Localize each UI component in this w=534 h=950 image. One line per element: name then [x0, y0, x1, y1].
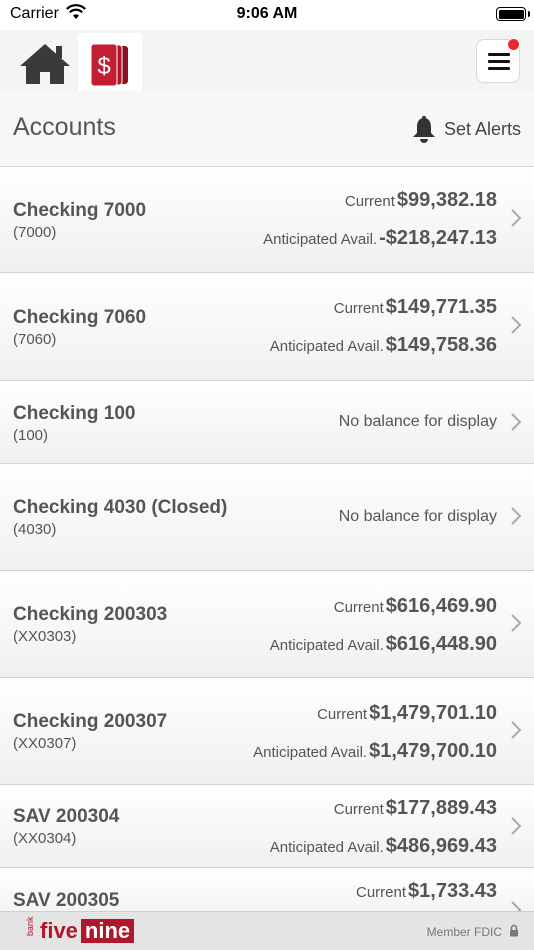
- account-row[interactable]: Checking 200303 (XX0303) Current $616,469…: [0, 571, 534, 678]
- page-header: Accounts Set Alerts: [0, 91, 534, 167]
- svg-text:$: $: [97, 53, 110, 80]
- notification-badge-icon: [507, 38, 520, 51]
- account-number: (100): [13, 427, 49, 444]
- clock: 9:06 AM: [236, 5, 298, 22]
- set-alerts-label: Set Alerts: [443, 118, 521, 139]
- battery-icon: [496, 7, 530, 21]
- account-row[interactable]: Checking 100 (100) No balance for displa…: [0, 381, 534, 464]
- current-balance: Current $616,469.90: [333, 595, 497, 617]
- no-balance-message: No balance for display: [338, 413, 497, 430]
- current-balance: Current $177,889.43: [333, 797, 497, 819]
- anticipated-balance: Anticipated Avail. $616,448.90: [269, 633, 497, 655]
- chevron-right-icon: [511, 817, 522, 835]
- anticipated-balance: Anticipated Avail. $486,969.43: [269, 835, 497, 857]
- current-balance: Current $99,382.18: [344, 189, 497, 211]
- account-number: (7000): [13, 224, 57, 241]
- no-balance-message: No balance for display: [338, 508, 497, 525]
- account-name: Checking 4030 (Closed): [13, 497, 228, 518]
- chevron-right-icon: [511, 507, 522, 525]
- current-balance: Current $1,733.43: [355, 880, 497, 902]
- account-row[interactable]: Checking 200307 (XX0307) Current $1,479,7…: [0, 678, 534, 785]
- menu-button[interactable]: [476, 38, 520, 83]
- bank-logo: bank five nine: [25, 916, 135, 944]
- home-icon[interactable]: [16, 40, 74, 86]
- account-name: Checking 7060: [13, 307, 147, 328]
- account-number: (7060): [13, 331, 57, 348]
- account-name: Checking 100: [13, 403, 136, 424]
- chevron-right-icon: [511, 209, 522, 227]
- accounts-tab[interactable]: $: [78, 33, 142, 91]
- account-row[interactable]: Checking 4030 (Closed) (4030) No balance…: [0, 464, 534, 571]
- account-number: (XX0307): [13, 735, 77, 752]
- lock-icon: [510, 924, 518, 937]
- chevron-right-icon: [511, 614, 522, 632]
- bell-icon: [412, 116, 435, 143]
- account-name: Checking 200303: [13, 604, 168, 625]
- current-balance: Current $149,771.35: [333, 296, 497, 318]
- account-name: Checking 200307: [13, 711, 168, 732]
- anticipated-balance: Anticipated Avail. $1,479,700.10: [253, 740, 497, 762]
- chevron-right-icon: [511, 721, 522, 739]
- account-name: Checking 7000: [13, 200, 147, 221]
- current-balance: Current $1,479,701.10: [317, 702, 497, 724]
- account-name: SAV 200305: [13, 890, 120, 911]
- account-row[interactable]: Checking 7060 (7060) Current $149,771.35 …: [0, 273, 534, 381]
- account-number: (XX0303): [13, 628, 77, 645]
- top-navigation: $: [0, 30, 534, 91]
- chevron-right-icon: [511, 413, 522, 431]
- anticipated-balance: Anticipated Avail. -$218,247.13: [263, 227, 497, 249]
- set-alerts-button[interactable]: Set Alerts: [411, 115, 521, 143]
- member-fdic-label: Member FDIC: [426, 925, 502, 939]
- account-number: (XX0304): [13, 830, 77, 847]
- chevron-right-icon: [511, 316, 522, 334]
- status-bar: Carrier 9:06 AM: [0, 0, 534, 30]
- dollar-cards-icon: $: [90, 43, 128, 87]
- anticipated-balance: Anticipated Avail. $149,758.36: [269, 334, 497, 356]
- account-row[interactable]: SAV 200304 (XX0304) Current $177,889.43 A…: [0, 785, 534, 868]
- account-row[interactable]: Checking 7000 (7000) Current $99,382.18 A…: [0, 167, 534, 273]
- page-title: Accounts: [13, 113, 116, 141]
- footer: bank five nine Member FDIC: [0, 911, 534, 950]
- account-number: (4030): [13, 521, 57, 538]
- account-name: SAV 200304: [13, 806, 120, 827]
